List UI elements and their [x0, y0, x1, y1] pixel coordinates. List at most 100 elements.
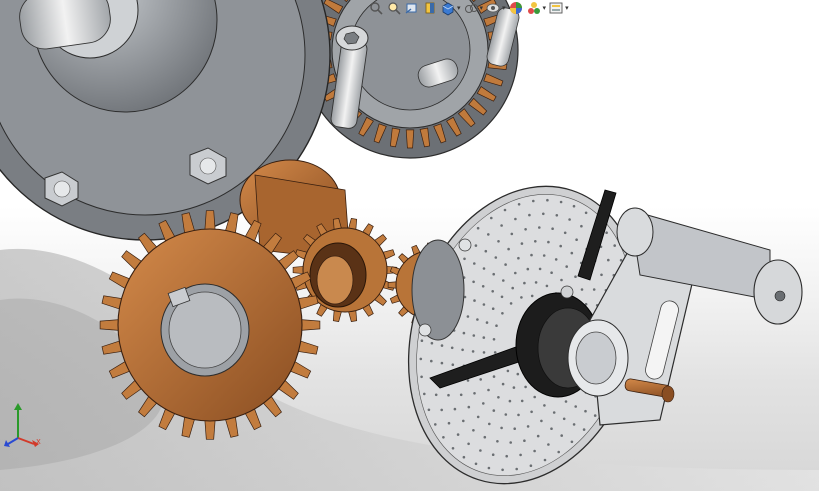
dial-hole: [487, 466, 491, 470]
dial-hole: [420, 339, 424, 343]
dial-hole: [472, 280, 475, 284]
dial-hole: [530, 253, 533, 257]
apply-scene-button[interactable]: ▾: [526, 0, 547, 16]
dial-hole: [447, 393, 450, 397]
dial-hole: [473, 299, 476, 302]
dial-hole: [607, 258, 610, 262]
section-view-button[interactable]: [422, 0, 438, 16]
dial-hole: [512, 386, 516, 389]
dial-hole: [550, 271, 553, 275]
dial-hole: [593, 414, 597, 417]
dial-hole: [517, 203, 521, 206]
graphics-area[interactable]: ▾ ▾ ▾ ▾ ▾ X: [0, 0, 819, 491]
apply-scene-icon: [527, 2, 540, 14]
dial-hole: [546, 198, 549, 202]
dial-hole: [471, 350, 475, 353]
dial-hole: [495, 324, 498, 328]
dial-hole: [600, 273, 603, 277]
dial-hole: [474, 244, 478, 247]
dial-hole: [560, 434, 563, 437]
zoom-to-area-button[interactable]: [386, 0, 402, 16]
dial-hole: [487, 388, 490, 392]
dial-hole: [430, 341, 434, 345]
dial-hole: [451, 363, 455, 367]
view-settings-icon: [549, 2, 563, 14]
dial-hole: [419, 357, 423, 361]
edit-appearance-button[interactable]: [508, 0, 524, 16]
dial-hole: [517, 413, 520, 417]
dial-hole: [476, 415, 480, 419]
dial-hole: [482, 267, 486, 270]
dial-hole: [500, 426, 503, 430]
dial-hole: [451, 447, 455, 450]
dial-hole: [542, 254, 546, 257]
dial-hole: [440, 344, 444, 347]
dial-hole: [530, 410, 533, 414]
display-style-button[interactable]: ▾: [463, 0, 484, 16]
dial-hole: [574, 275, 577, 279]
dial-hole: [554, 258, 558, 261]
dial-hole: [504, 413, 508, 416]
dial-hole: [427, 408, 431, 412]
dial-hole: [463, 257, 466, 261]
dial-hole: [584, 211, 588, 215]
dial-hole: [514, 271, 517, 275]
dial-hole: [476, 226, 480, 230]
dial-hole: [503, 208, 507, 212]
dial-hole: [450, 346, 454, 350]
dial-hole: [484, 249, 488, 253]
chevron-down-icon[interactable]: ▾: [565, 0, 569, 16]
dial-hole: [580, 288, 584, 291]
dial-hole: [492, 272, 496, 276]
dial-hole: [442, 436, 445, 439]
dial-hole: [500, 295, 504, 299]
dial-hole: [552, 411, 556, 414]
dial-hole: [580, 224, 583, 228]
cad-assembly-model[interactable]: [0, 0, 819, 491]
dial-hole: [529, 464, 533, 468]
dial-hole: [564, 400, 568, 403]
dial-hole: [551, 227, 554, 230]
chevron-down-icon[interactable]: ▾: [480, 0, 484, 16]
view-settings-button[interactable]: ▾: [548, 0, 569, 16]
dial-hole: [523, 439, 526, 443]
chevron-down-icon[interactable]: ▾: [543, 0, 547, 16]
dial-hole: [501, 382, 505, 386]
hide-show-items-button[interactable]: ▾: [485, 0, 506, 16]
dial-hole: [570, 251, 574, 255]
view-orientation-button[interactable]: ▾: [440, 0, 461, 16]
dial-hole: [572, 423, 576, 426]
dial-hole: [582, 428, 586, 431]
dial-hole: [526, 267, 530, 271]
dial-hole: [547, 443, 550, 446]
dial-hole: [492, 375, 496, 378]
dial-hole: [517, 256, 520, 260]
dial-hole: [516, 372, 520, 376]
zoom-to-fit-button[interactable]: [368, 0, 384, 16]
previous-view-button[interactable]: [404, 0, 420, 16]
dial-hole: [472, 334, 476, 337]
dial-hole: [474, 462, 478, 466]
chevron-down-icon[interactable]: ▾: [502, 0, 506, 16]
chevron-down-icon[interactable]: ▾: [457, 0, 461, 16]
dial-hole: [473, 262, 476, 265]
dial-hole: [497, 240, 500, 243]
dial-hole: [502, 279, 505, 282]
dial-hole: [420, 375, 423, 379]
dial-hole: [462, 331, 466, 335]
dial-hole: [543, 458, 547, 462]
dial-hole: [476, 318, 479, 321]
dial-hole: [490, 216, 493, 220]
dial-hole: [540, 419, 543, 423]
dial-hole: [440, 408, 444, 412]
dial-hole: [482, 351, 486, 354]
dial-hole: [473, 392, 476, 395]
dial-hole: [555, 214, 559, 217]
dial-hole: [491, 290, 495, 293]
dial-hole: [592, 288, 596, 291]
dial-hole: [565, 265, 568, 268]
zoom-to-fit-icon: [370, 2, 383, 15]
display-style-icon: [464, 4, 478, 13]
dial-hole: [467, 442, 470, 446]
dial-hole: [483, 435, 487, 439]
